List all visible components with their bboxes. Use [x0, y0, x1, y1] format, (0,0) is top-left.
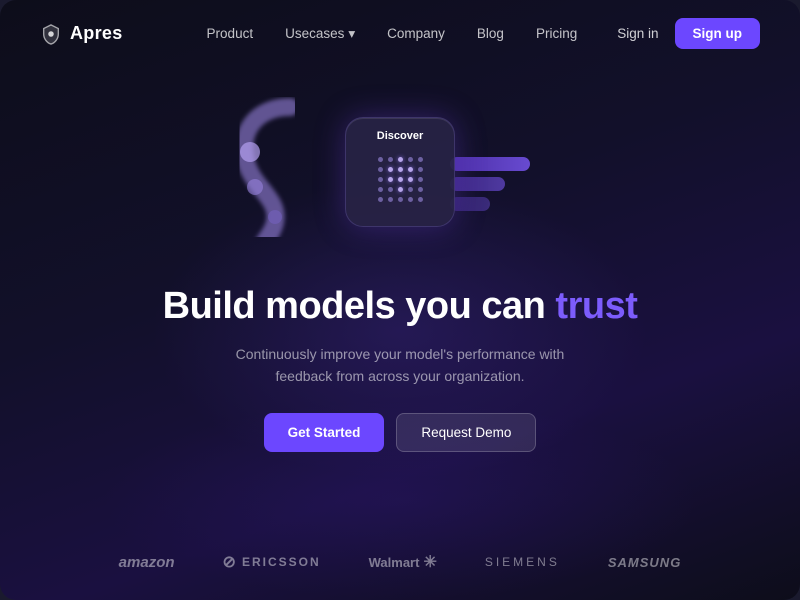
hero-title-text: Build models you can	[163, 285, 556, 327]
sign-in-button[interactable]: Sign in	[617, 26, 658, 41]
dot	[388, 157, 393, 162]
dot	[388, 187, 393, 192]
pill	[450, 157, 530, 171]
sign-up-button[interactable]: Sign up	[675, 18, 761, 49]
discover-card: Discover	[345, 117, 455, 227]
dot	[398, 197, 403, 202]
dots-grid	[378, 157, 423, 202]
dot	[378, 157, 383, 162]
request-demo-button[interactable]: Request Demo	[396, 413, 536, 452]
nav-pricing[interactable]: Pricing	[536, 26, 577, 41]
pill	[450, 197, 490, 211]
dot	[388, 167, 393, 172]
nav-blog[interactable]: Blog	[477, 26, 504, 41]
nav-actions: Sign in Sign up	[617, 18, 760, 49]
dot	[378, 167, 383, 172]
chevron-down-icon: ▾	[348, 26, 355, 42]
dot	[398, 167, 403, 172]
logos-strip: amazon ⊘ ERICSSON Walmart ✳ SIEMENS SAMS…	[0, 552, 800, 572]
discover-label: Discover	[377, 130, 423, 142]
dot	[398, 177, 403, 182]
dot	[378, 197, 383, 202]
hero-subtitle: Continuously improve your model's perfor…	[230, 343, 570, 388]
nav-company[interactable]: Company	[387, 26, 445, 41]
nav-links: Product Usecases ▾ Company Blog Pricing	[207, 26, 578, 42]
dot	[388, 177, 393, 182]
dot	[418, 157, 423, 162]
hero-title: Build models you can trust	[163, 285, 638, 329]
dot	[388, 197, 393, 202]
samsung-logo: SAMSUNG	[608, 555, 681, 570]
navbar: Apres Product Usecases ▾ Company Blog Pr…	[0, 0, 800, 67]
logo-icon	[40, 23, 62, 45]
dot	[378, 177, 383, 182]
nav-product[interactable]: Product	[207, 26, 254, 41]
dot	[418, 187, 423, 192]
dot	[398, 157, 403, 162]
screen: Apres Product Usecases ▾ Company Blog Pr…	[0, 0, 800, 600]
pill-group	[450, 157, 580, 211]
logo-text: Apres	[70, 23, 123, 44]
get-started-button[interactable]: Get Started	[264, 413, 385, 452]
dot	[408, 167, 413, 172]
walmart-spark-icon: ✳	[423, 552, 436, 572]
ericsson-logo: ⊘ ERICSSON	[223, 552, 321, 572]
blob-shape-left	[230, 97, 320, 237]
dot	[408, 177, 413, 182]
ericsson-icon: ⊘	[223, 552, 238, 572]
dot	[408, 197, 413, 202]
pill-shapes-right	[450, 157, 580, 187]
amazon-logo: amazon	[119, 554, 175, 571]
cta-buttons: Get Started Request Demo	[264, 413, 537, 452]
hero-illustration: Discover	[200, 77, 600, 267]
dot	[418, 197, 423, 202]
hero-title-accent: trust	[555, 285, 637, 327]
dot	[398, 187, 403, 192]
dot	[408, 157, 413, 162]
dot	[378, 187, 383, 192]
hero-section: Discover	[0, 67, 800, 492]
walmart-logo: Walmart ✳	[369, 552, 437, 572]
nav-usecases[interactable]: Usecases ▾	[285, 26, 355, 42]
dot	[418, 177, 423, 182]
logo[interactable]: Apres	[40, 23, 123, 45]
dot	[408, 187, 413, 192]
siemens-logo: SIEMENS	[485, 555, 560, 569]
dot	[418, 167, 423, 172]
pill	[450, 177, 505, 191]
